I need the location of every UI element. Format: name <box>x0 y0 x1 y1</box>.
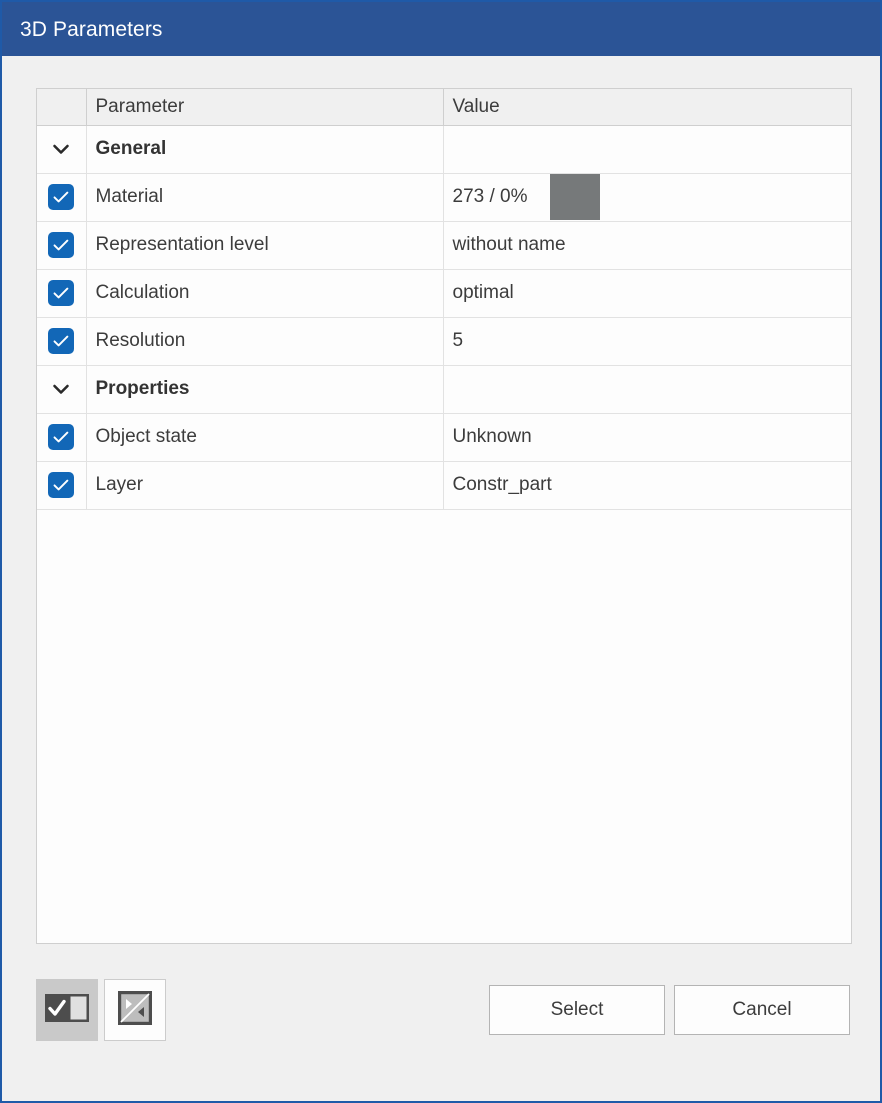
parameter-value[interactable]: optimal <box>443 269 851 318</box>
row-toggle-cell[interactable] <box>37 221 87 270</box>
parameter-name: Representation level <box>86 221 444 270</box>
checkbox-toggle-icon <box>45 993 89 1027</box>
checkbox-checked-icon[interactable] <box>48 280 75 306</box>
table-row[interactable]: Object state Unknown <box>37 413 851 462</box>
checkbox-checked-icon[interactable] <box>48 328 75 354</box>
parameter-name: Resolution <box>86 317 444 366</box>
row-toggle-cell[interactable] <box>37 269 87 318</box>
dialog-actions: Select Cancel <box>489 985 850 1035</box>
checkbox-checked-icon[interactable] <box>48 184 75 210</box>
parameter-name: Object state <box>86 413 444 462</box>
table-header: Parameter Value <box>37 89 851 126</box>
cancel-button[interactable]: Cancel <box>674 985 850 1035</box>
invert-selection-icon <box>118 990 152 1030</box>
parameter-value[interactable] <box>443 365 851 414</box>
column-header-check[interactable] <box>37 89 87 126</box>
parameter-name: Layer <box>86 461 444 510</box>
table-row[interactable]: Calculation optimal <box>37 269 851 318</box>
selection-tools <box>36 979 166 1041</box>
parameter-value[interactable]: without name <box>443 221 851 270</box>
parameter-name: Material <box>86 173 444 222</box>
column-header-parameter[interactable]: Parameter <box>86 89 444 126</box>
dialog-footer: Select Cancel <box>36 944 854 1076</box>
checkbox-checked-icon[interactable] <box>48 424 75 450</box>
row-toggle-cell[interactable] <box>37 461 87 510</box>
parameter-value-text: 273 / 0% <box>452 186 528 207</box>
parameter-value[interactable]: Constr_part <box>443 461 851 510</box>
checkbox-checked-icon[interactable] <box>48 472 75 498</box>
select-button[interactable]: Select <box>489 985 665 1035</box>
table-row[interactable]: Representation level without name <box>37 221 851 270</box>
row-toggle-cell[interactable] <box>37 173 87 222</box>
select-all-toggle-button[interactable] <box>36 979 98 1041</box>
table-body: General Material 273 / 0% Representation le… <box>37 125 851 510</box>
parameter-name: Calculation <box>86 269 444 318</box>
column-header-value[interactable]: Value <box>443 89 851 126</box>
title-bar: 3D Parameters <box>2 2 880 56</box>
dialog-body: Parameter Value General Material 273 / 0% R… <box>2 56 880 1101</box>
dialog-3d-parameters: 3D Parameters Parameter Value General Mat… <box>0 0 882 1103</box>
table-header-row: Parameter Value <box>37 89 851 126</box>
parameter-value[interactable] <box>443 125 851 174</box>
group-label: General <box>86 125 444 174</box>
parameters-table-container[interactable]: Parameter Value General Material 273 / 0% R… <box>36 88 852 944</box>
table-group-row[interactable]: General <box>37 125 851 174</box>
table-row[interactable]: Resolution 5 <box>37 317 851 366</box>
chevron-down-icon[interactable] <box>50 138 72 160</box>
chevron-down-icon[interactable] <box>50 378 72 400</box>
parameter-value[interactable]: Unknown <box>443 413 851 462</box>
group-label: Properties <box>86 365 444 414</box>
table-row[interactable]: Layer Constr_part <box>37 461 851 510</box>
parameter-value[interactable]: 273 / 0% <box>443 173 851 222</box>
row-toggle-cell[interactable] <box>37 413 87 462</box>
table-row[interactable]: Material 273 / 0% <box>37 173 851 222</box>
parameters-table: Parameter Value General Material 273 / 0% R… <box>37 89 851 510</box>
row-toggle-cell[interactable] <box>37 317 87 366</box>
invert-selection-button[interactable] <box>104 979 166 1041</box>
checkbox-checked-icon[interactable] <box>48 232 75 258</box>
row-toggle-cell[interactable] <box>37 125 87 174</box>
parameter-value[interactable]: 5 <box>443 317 851 366</box>
table-group-row[interactable]: Properties <box>37 365 851 414</box>
window-title: 3D Parameters <box>20 17 163 41</box>
material-color-swatch[interactable] <box>549 174 600 220</box>
row-toggle-cell[interactable] <box>37 365 87 414</box>
